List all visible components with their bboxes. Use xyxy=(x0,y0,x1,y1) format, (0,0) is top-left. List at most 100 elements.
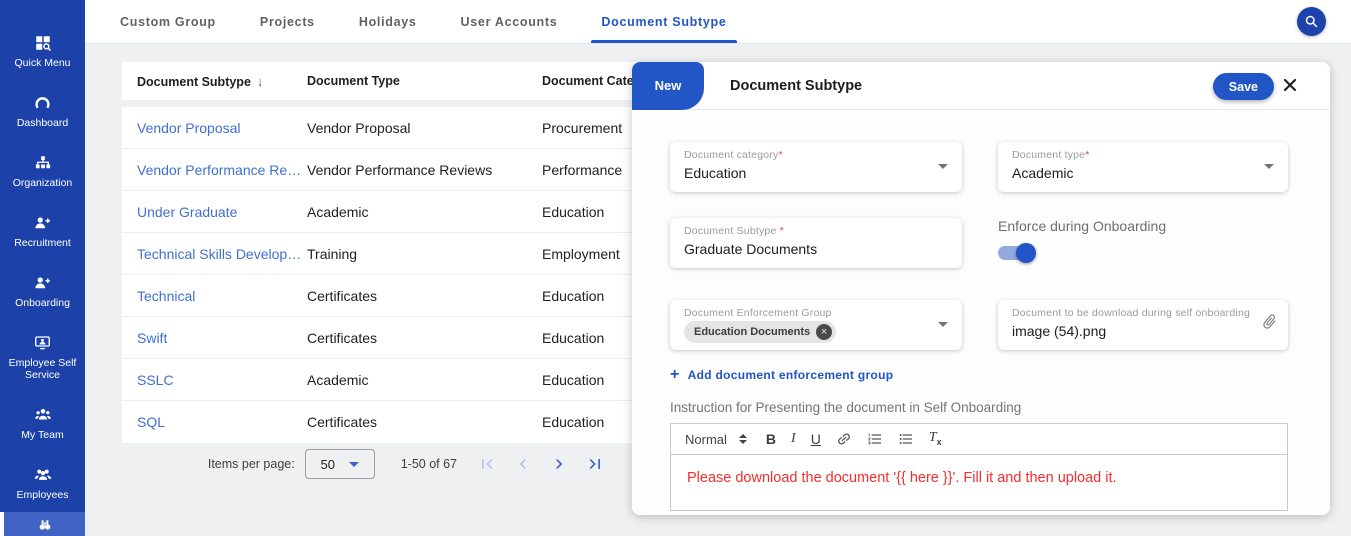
sidebar-item-label: Recruitment xyxy=(14,237,71,249)
document-type-select[interactable]: Document type* Academic xyxy=(998,142,1288,192)
sidebar-item-organization[interactable]: Organization xyxy=(0,154,85,189)
sidebar-item-recruitment[interactable]: Recruitment xyxy=(0,214,85,249)
table-row: SQL Certificates Education xyxy=(122,401,642,443)
new-badge[interactable]: New xyxy=(632,62,704,110)
tab-custom-group[interactable]: Custom Group xyxy=(110,0,226,43)
panel-header: New Document Subtype Save xyxy=(632,62,1330,110)
required-mark: * xyxy=(780,225,784,237)
tab-projects[interactable]: Projects xyxy=(250,0,325,43)
field-label: Document category* xyxy=(684,149,948,161)
items-per-page-label: Items per page: xyxy=(208,457,295,471)
row-cell-type: Certificates xyxy=(307,414,542,430)
plus-icon: + xyxy=(670,366,680,384)
bold-button[interactable]: B xyxy=(766,432,776,446)
sidebar-item-employees[interactable]: Employees xyxy=(0,466,85,501)
row-cell-type: Certificates xyxy=(307,288,542,304)
tab-holidays[interactable]: Holidays xyxy=(349,0,427,43)
sidebar-item-active-bottom[interactable] xyxy=(0,512,85,536)
search-button[interactable] xyxy=(1297,7,1326,36)
last-page-icon[interactable] xyxy=(585,454,605,474)
row-cell-category: Education xyxy=(542,204,642,220)
chip-remove-icon[interactable]: × xyxy=(816,324,832,340)
document-enforcement-group-select[interactable]: Document Enforcement Group Education Doc… xyxy=(670,300,962,350)
row-cell-category: Employment xyxy=(542,246,642,262)
sidebar-item-onboarding[interactable]: Onboarding xyxy=(0,274,85,309)
sidebar-item-label: My Team xyxy=(21,429,63,441)
add-link-label: Add document enforcement group xyxy=(688,368,894,382)
row-link-subtype[interactable]: Under Graduate xyxy=(122,204,307,220)
row-cell-type: Academic xyxy=(307,204,542,220)
document-subtype-form-panel: New Document Subtype Save Document categ… xyxy=(632,62,1330,515)
sidebar-item-my-team[interactable]: My Team xyxy=(0,406,85,441)
attachment-icon[interactable] xyxy=(1261,313,1278,330)
row-link-subtype[interactable]: Swift xyxy=(122,330,307,346)
row-cell-category: Education xyxy=(542,288,642,304)
updown-arrows-icon xyxy=(739,434,747,444)
employee-self-service-icon xyxy=(33,334,52,352)
table-body: Vendor Proposal Vendor Proposal Procurem… xyxy=(122,107,642,443)
italic-button[interactable]: I xyxy=(791,432,796,446)
ordered-list-button[interactable] xyxy=(867,431,883,447)
row-cell-category: Education xyxy=(542,414,642,430)
download-document-field[interactable]: Document to be download during self onbo… xyxy=(998,300,1288,350)
document-subtype-input[interactable]: Document Subtype * Graduate Documents xyxy=(670,218,962,268)
items-per-page-select[interactable]: 50 xyxy=(305,449,375,479)
pagination-range: 1-50 of 67 xyxy=(401,457,457,471)
row-cell-type: Certificates xyxy=(307,330,542,346)
document-category-select[interactable]: Document category* Education xyxy=(670,142,962,192)
document-subtype-table: Document Subtype↓ Document Type Document… xyxy=(122,62,642,482)
employees-icon xyxy=(33,466,53,484)
first-page-icon[interactable] xyxy=(477,454,497,474)
sidebar-item-quick-menu[interactable]: Quick Menu xyxy=(0,34,85,69)
row-cell-category: Education xyxy=(542,330,642,346)
format-select[interactable]: Normal xyxy=(685,432,747,447)
app-window: Quick Menu Dashboard Organization Recrui… xyxy=(0,0,1351,536)
field-label: Document type* xyxy=(1012,149,1274,161)
field-label: Document Subtype * xyxy=(684,225,948,237)
pagination-nav xyxy=(477,454,605,474)
tab-user-accounts[interactable]: User Accounts xyxy=(451,0,568,43)
row-link-subtype[interactable]: SQL xyxy=(122,414,307,430)
sidebar-item-label: Employee Self Service xyxy=(4,357,82,381)
pagination-bar: Items per page: 50 1-50 of 67 xyxy=(122,446,642,482)
sidebar-item-label: Organization xyxy=(13,177,73,189)
field-value: Education xyxy=(684,165,948,181)
field-label: Document Enforcement Group xyxy=(684,307,948,319)
table-row: Technical Certificates Education xyxy=(122,275,642,317)
column-header-document-type[interactable]: Document Type xyxy=(307,74,542,88)
recruitment-icon xyxy=(33,214,52,232)
column-header-document-subtype[interactable]: Document Subtype↓ xyxy=(122,74,307,89)
close-icon[interactable] xyxy=(1280,75,1300,95)
table-row: SSLC Academic Education xyxy=(122,359,642,401)
chip-label: Education Documents xyxy=(694,326,810,338)
field-label: Document to be download during self onbo… xyxy=(1012,307,1274,319)
column-header-document-category[interactable]: Document Category xyxy=(542,74,642,88)
row-link-subtype[interactable]: Technical xyxy=(122,288,307,304)
save-button[interactable]: Save xyxy=(1213,73,1274,100)
chevron-down-icon xyxy=(1264,164,1274,169)
add-enforcement-group-link[interactable]: + Add document enforcement group xyxy=(670,366,1288,384)
table-row: Technical Skills Developm... Training Em… xyxy=(122,233,642,275)
tab-document-subtype[interactable]: Document Subtype xyxy=(591,0,736,43)
clear-format-button[interactable]: Tx xyxy=(929,431,942,447)
sidebar-item-employee-self-service[interactable]: Employee Self Service xyxy=(0,334,85,381)
previous-page-icon[interactable] xyxy=(513,454,533,474)
row-link-subtype[interactable]: Vendor Performance Revi... xyxy=(122,162,307,178)
onboarding-icon xyxy=(33,274,52,292)
sidebar: Quick Menu Dashboard Organization Recrui… xyxy=(0,0,85,536)
link-button[interactable] xyxy=(836,431,852,447)
row-link-subtype[interactable]: Vendor Proposal xyxy=(122,120,307,136)
next-page-icon[interactable] xyxy=(549,454,569,474)
row-link-subtype[interactable]: Technical Skills Developm... xyxy=(122,246,307,262)
toggle-label: Enforce during Onboarding xyxy=(998,218,1288,234)
bullet-list-button[interactable] xyxy=(898,431,914,447)
table-row: Under Graduate Academic Education xyxy=(122,191,642,233)
sort-desc-icon[interactable]: ↓ xyxy=(257,74,264,89)
required-mark: * xyxy=(1085,149,1089,161)
editor-content[interactable]: Please download the document '{{ here }}… xyxy=(670,455,1288,511)
enforce-onboarding-toggle[interactable] xyxy=(998,246,1034,260)
quick-menu-icon xyxy=(34,34,52,52)
row-link-subtype[interactable]: SSLC xyxy=(122,372,307,388)
sidebar-item-dashboard[interactable]: Dashboard xyxy=(0,94,85,129)
underline-button[interactable]: U xyxy=(811,432,821,446)
